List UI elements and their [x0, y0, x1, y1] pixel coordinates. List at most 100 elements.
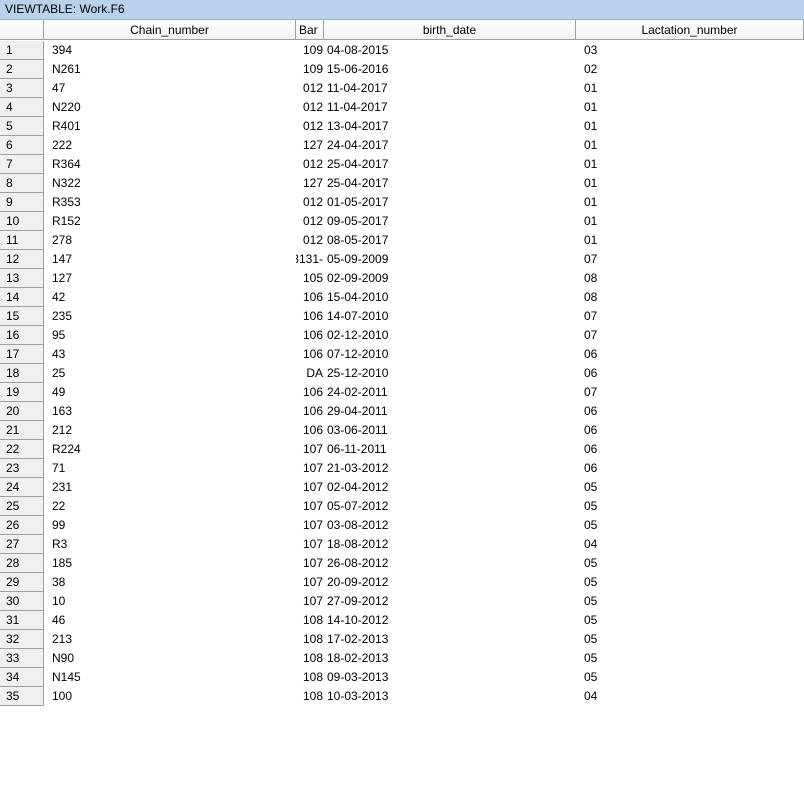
- birth-date-cell[interactable]: 11-04-2017: [324, 98, 576, 117]
- birth-date-cell[interactable]: 17-02-2013: [324, 630, 576, 649]
- bar-cell[interactable]: 109: [296, 60, 324, 79]
- lactation-number-cell[interactable]: 01: [576, 212, 804, 231]
- table-row[interactable]: 14 42 106 15-04-2010 08: [0, 288, 804, 307]
- birth-date-cell[interactable]: 27-09-2012: [324, 592, 576, 611]
- birth-date-cell[interactable]: 18-08-2012: [324, 535, 576, 554]
- lactation-number-cell[interactable]: 06: [576, 345, 804, 364]
- column-header-chain-number[interactable]: Chain_number: [44, 20, 296, 40]
- lactation-number-cell[interactable]: 05: [576, 573, 804, 592]
- table-row[interactable]: 5 R401 012 13-04-2017 01: [0, 117, 804, 136]
- chain-number-cell[interactable]: R353: [44, 193, 296, 212]
- chain-number-cell[interactable]: 22: [44, 497, 296, 516]
- chain-number-cell[interactable]: R224: [44, 440, 296, 459]
- row-number-cell[interactable]: 26: [0, 516, 44, 535]
- birth-date-cell[interactable]: 03-06-2011: [324, 421, 576, 440]
- table-row[interactable]: 121473131-05-09-200907: [0, 250, 804, 269]
- lactation-number-cell[interactable]: 05: [576, 497, 804, 516]
- bar-cell[interactable]: 108: [296, 687, 324, 706]
- row-number-cell[interactable]: 21: [0, 421, 44, 440]
- row-number-cell[interactable]: 23: [0, 459, 44, 478]
- bar-cell[interactable]: 107: [296, 459, 324, 478]
- lactation-number-cell[interactable]: 01: [576, 98, 804, 117]
- lactation-number-cell[interactable]: 06: [576, 421, 804, 440]
- table-row[interactable]: 10 R152 012 09-05-2017 01: [0, 212, 804, 231]
- table-row[interactable]: 3 47 012 11-04-2017 01: [0, 79, 804, 98]
- chain-number-cell[interactable]: 25: [44, 364, 296, 383]
- lactation-number-cell[interactable]: 06: [576, 459, 804, 478]
- row-number-cell[interactable]: 30: [0, 592, 44, 611]
- row-number-cell[interactable]: 15: [0, 307, 44, 326]
- bar-cell[interactable]: 106: [296, 307, 324, 326]
- row-number-cell[interactable]: 13: [0, 269, 44, 288]
- table-row[interactable]: 32 213 108 17-02-2013 05: [0, 630, 804, 649]
- bar-cell[interactable]: 012: [296, 193, 324, 212]
- birth-date-cell[interactable]: 25-04-2017: [324, 155, 576, 174]
- lactation-number-cell[interactable]: 01: [576, 193, 804, 212]
- table-row[interactable]: 20 163 106 29-04-2011 06: [0, 402, 804, 421]
- row-number-cell[interactable]: 16: [0, 326, 44, 345]
- birth-date-cell[interactable]: 09-05-2017: [324, 212, 576, 231]
- row-number-cell[interactable]: 31: [0, 611, 44, 630]
- bar-cell[interactable]: 107: [296, 516, 324, 535]
- lactation-number-cell[interactable]: 05: [576, 554, 804, 573]
- chain-number-cell[interactable]: N261: [44, 60, 296, 79]
- bar-cell[interactable]: 106: [296, 402, 324, 421]
- bar-cell[interactable]: 107: [296, 535, 324, 554]
- bar-cell[interactable]: 106: [296, 383, 324, 402]
- lactation-number-cell[interactable]: 06: [576, 364, 804, 383]
- lactation-number-cell[interactable]: 01: [576, 231, 804, 250]
- birth-date-cell[interactable]: 11-04-2017: [324, 79, 576, 98]
- row-number-cell[interactable]: 12: [0, 250, 44, 269]
- bar-cell[interactable]: 012: [296, 79, 324, 98]
- row-number-cell[interactable]: 34: [0, 668, 44, 687]
- birth-date-cell[interactable]: 05-07-2012: [324, 497, 576, 516]
- table-row[interactable]: 7 R364 012 25-04-2017 01: [0, 155, 804, 174]
- birth-date-cell[interactable]: 04-08-2015: [324, 41, 576, 60]
- row-number-cell[interactable]: 25: [0, 497, 44, 516]
- row-number-cell[interactable]: 22: [0, 440, 44, 459]
- birth-date-cell[interactable]: 26-08-2012: [324, 554, 576, 573]
- bar-cell[interactable]: 109: [296, 41, 324, 60]
- lactation-number-cell[interactable]: 05: [576, 630, 804, 649]
- table-row[interactable]: 2 N261 109 15-06-2016 02: [0, 60, 804, 79]
- birth-date-cell[interactable]: 09-03-2013: [324, 668, 576, 687]
- table-row[interactable]: 9 R353 012 01-05-2017 01: [0, 193, 804, 212]
- lactation-number-cell[interactable]: 05: [576, 649, 804, 668]
- chain-number-cell[interactable]: 100: [44, 687, 296, 706]
- lactation-number-cell[interactable]: 01: [576, 155, 804, 174]
- birth-date-cell[interactable]: 24-04-2017: [324, 136, 576, 155]
- birth-date-cell[interactable]: 24-02-2011: [324, 383, 576, 402]
- table-row[interactable]: 23 71 107 21-03-2012 06: [0, 459, 804, 478]
- chain-number-cell[interactable]: N90: [44, 649, 296, 668]
- chain-number-cell[interactable]: 99: [44, 516, 296, 535]
- table-row[interactable]: 29 38 107 20-09-2012 05: [0, 573, 804, 592]
- table-row[interactable]: 25 22 107 05-07-2012 05: [0, 497, 804, 516]
- birth-date-cell[interactable]: 15-04-2010: [324, 288, 576, 307]
- row-number-cell[interactable]: 27: [0, 535, 44, 554]
- bar-cell[interactable]: 107: [296, 573, 324, 592]
- table-row[interactable]: 6 222 127 24-04-2017 01: [0, 136, 804, 155]
- chain-number-cell[interactable]: 49: [44, 383, 296, 402]
- bar-cell[interactable]: 3131-: [296, 250, 324, 269]
- bar-cell[interactable]: 108: [296, 668, 324, 687]
- chain-number-cell[interactable]: 38: [44, 573, 296, 592]
- table-row[interactable]: 28 185 107 26-08-2012 05: [0, 554, 804, 573]
- table-row[interactable]: 22 R224 107 06-11-2011 06: [0, 440, 804, 459]
- lactation-number-cell[interactable]: 06: [576, 440, 804, 459]
- chain-number-cell[interactable]: 163: [44, 402, 296, 421]
- lactation-number-cell[interactable]: 05: [576, 592, 804, 611]
- lactation-number-cell[interactable]: 06: [576, 402, 804, 421]
- table-row[interactable]: 4 N220 012 11-04-2017 01: [0, 98, 804, 117]
- chain-number-cell[interactable]: 231: [44, 478, 296, 497]
- row-number-cell[interactable]: 18: [0, 364, 44, 383]
- chain-number-cell[interactable]: 212: [44, 421, 296, 440]
- lactation-number-cell[interactable]: 07: [576, 326, 804, 345]
- bar-cell[interactable]: 107: [296, 497, 324, 516]
- row-number-cell[interactable]: 10: [0, 212, 44, 231]
- bar-cell[interactable]: 127: [296, 136, 324, 155]
- table-row[interactable]: 30 10 107 27-09-2012 05: [0, 592, 804, 611]
- column-header-bar[interactable]: Bar: [296, 20, 324, 40]
- lactation-number-cell[interactable]: 03: [576, 41, 804, 60]
- row-number-cell[interactable]: 19: [0, 383, 44, 402]
- lactation-number-cell[interactable]: 07: [576, 250, 804, 269]
